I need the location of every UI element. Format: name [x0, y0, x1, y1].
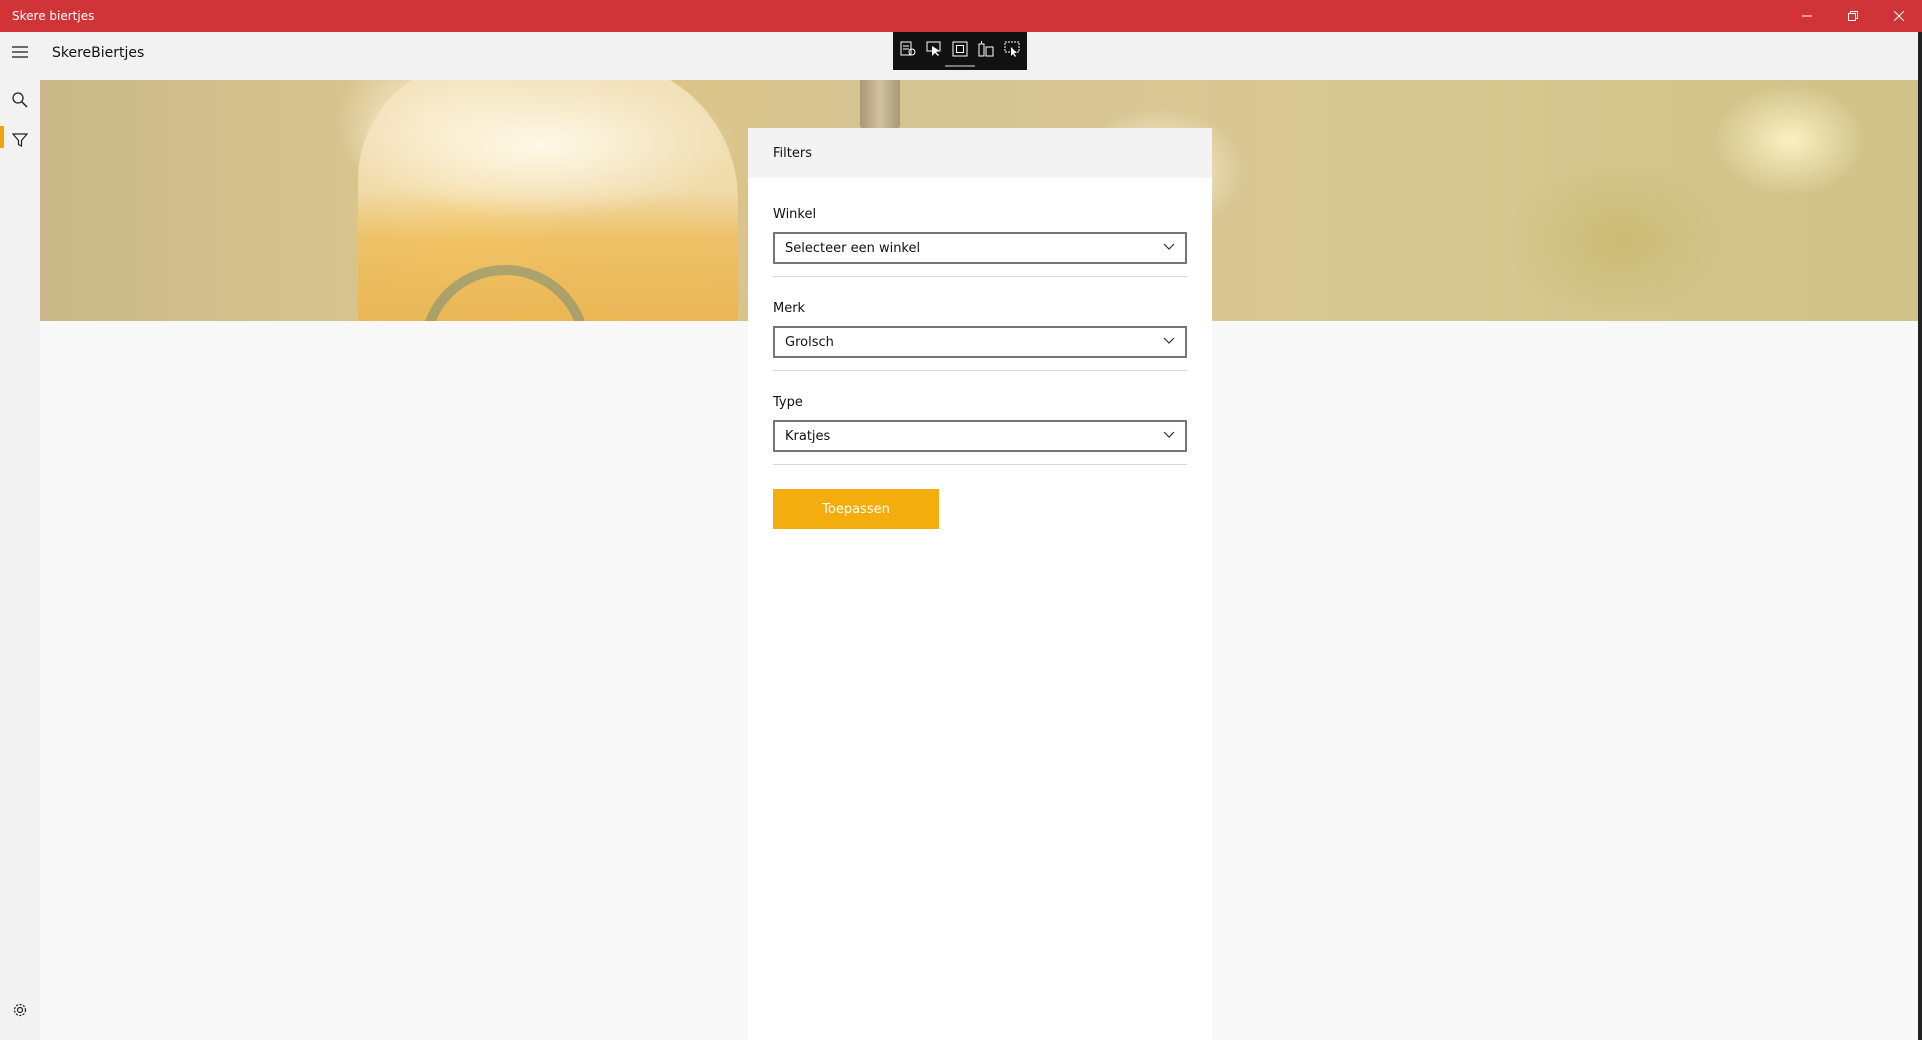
hot-reload-icon: [1004, 41, 1020, 57]
selection-indicator: [0, 126, 4, 148]
type-label: Type: [773, 395, 803, 410]
divider: [773, 370, 1187, 371]
nav-search-button[interactable]: [0, 80, 40, 120]
display-layout-adorners-icon: [952, 41, 968, 57]
app-title: SkereBiertjes: [52, 45, 145, 61]
main-content: Filters Winkel Selecteer een winkel Merk…: [40, 80, 1918, 1040]
divider: [773, 464, 1187, 465]
winkel-dropdown[interactable]: Selecteer een winkel: [773, 232, 1187, 264]
track-focused-element-button[interactable]: [976, 39, 996, 59]
divider: [773, 276, 1187, 277]
filters-panel: Filters Winkel Selecteer een winkel Merk…: [748, 128, 1212, 1040]
winkel-label: Winkel: [773, 207, 817, 222]
chevron-down-icon: [1163, 431, 1175, 438]
select-element-icon: [926, 41, 941, 56]
xaml-debug-toolbar: [893, 32, 1027, 70]
beer-tap-shape: [860, 80, 900, 130]
window-titlebar: Skere biertjes: [0, 0, 1922, 32]
chevron-down-icon: [1163, 243, 1175, 250]
minimize-icon: [1802, 15, 1812, 17]
toolbar-grip[interactable]: [945, 65, 975, 67]
hamburger-button[interactable]: [0, 32, 40, 72]
nav-filter-button[interactable]: [0, 120, 40, 160]
winkel-value: Selecteer een winkel: [785, 240, 921, 256]
minimize-button[interactable]: [1784, 0, 1830, 32]
track-focused-element-icon: [978, 41, 994, 57]
filter-icon: [12, 133, 28, 147]
live-visual-tree-button[interactable]: [898, 39, 918, 59]
search-icon: [12, 92, 28, 108]
restore-button[interactable]: [1830, 0, 1876, 32]
gear-icon: [13, 1003, 27, 1017]
merk-label: Merk: [773, 301, 806, 316]
merk-dropdown[interactable]: Grolsch: [773, 326, 1187, 358]
nav-settings-button[interactable]: [0, 990, 40, 1030]
hot-reload-button[interactable]: [1002, 39, 1022, 59]
restore-icon: [1848, 11, 1858, 21]
window-title: Skere biertjes: [12, 9, 95, 23]
apply-button[interactable]: Toepassen: [773, 489, 939, 529]
window-edge: [1918, 32, 1922, 1040]
filters-header: Filters: [748, 128, 1212, 178]
app-header: SkereBiertjes: [0, 32, 1918, 80]
type-dropdown[interactable]: Kratjes: [773, 420, 1187, 452]
merk-value: Grolsch: [785, 334, 834, 350]
hamburger-icon: [12, 46, 28, 58]
close-icon: [1894, 11, 1904, 21]
live-visual-tree-icon: [900, 41, 916, 56]
close-button[interactable]: [1876, 0, 1922, 32]
chevron-down-icon: [1163, 337, 1175, 344]
display-layout-adorners-button[interactable]: [950, 39, 970, 59]
navigation-rail: [0, 80, 40, 1040]
select-element-button[interactable]: [924, 39, 944, 59]
type-value: Kratjes: [785, 428, 831, 444]
